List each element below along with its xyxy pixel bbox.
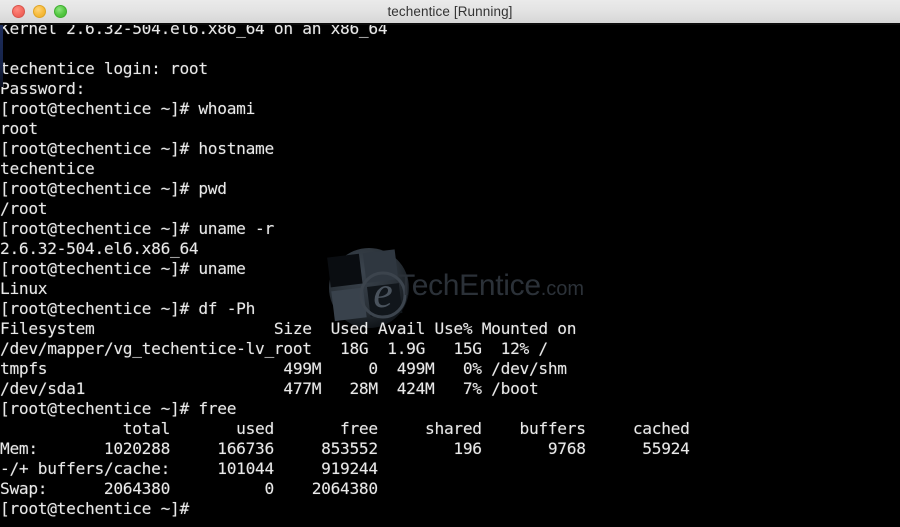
terminal-line: Mem: 1020288 166736 853552 196 9768 5592… [0,439,690,458]
terminal-line: [root@techentice ~]# free [0,399,237,418]
terminal-line: tmpfs 499M 0 499M 0% /dev/shm [0,359,567,378]
terminal-line: /dev/sda1 477M 28M 424M 7% /boot [0,379,539,398]
terminal-line: 2.6.32-504.el6.x86_64 [0,239,199,258]
terminal-line: [root@techentice ~]# uname -r [0,219,274,238]
terminal-line: [root@techentice ~]# df -Ph [0,299,256,318]
window-controls [12,0,67,23]
terminal-line: [root@techentice ~]# whoami [0,99,256,118]
terminal-line: techentice [0,159,95,178]
terminal-line: /root [0,199,48,218]
terminal-line: Swap: 2064380 0 2064380 [0,479,378,498]
terminal-line: Password: [0,79,86,98]
terminal-line: [root@techentice ~]# [0,499,189,518]
terminal-line: root [0,119,38,138]
terminal-line: [root@techentice ~]# uname [0,259,246,278]
window-title: techentice [Running] [387,4,513,19]
close-button[interactable] [12,5,25,18]
terminal-line: total used free shared buffers cached [0,419,690,438]
terminal-line: [root@techentice ~]# pwd [0,179,227,198]
terminal-line: [root@techentice ~]# hostname [0,139,274,158]
window-titlebar[interactable]: techentice [Running] [0,0,900,25]
terminal-line: Filesystem Size Used Avail Use% Mounted … [0,319,577,338]
terminal-console[interactable]: e TechEntice.com Kernel 2.6.32-504.el6.x… [0,25,900,525]
terminal-line: techentice login: root [0,59,208,78]
zoom-button[interactable] [54,5,67,18]
window-edge-accent [0,25,3,87]
terminal-line: /dev/mapper/vg_techentice-lv_root 18G 1.… [0,339,548,358]
terminal-line: -/+ buffers/cache: 101044 919244 [0,459,378,478]
terminal-line: Kernel 2.6.32-504.el6.x86_64 on an x86_6… [0,25,388,38]
terminal-line: Linux [0,279,48,298]
virtualbox-vm-window: techentice [Running] e TechEntice.com Ke… [0,0,900,527]
minimize-button[interactable] [33,5,46,18]
terminal-output: Kernel 2.6.32-504.el6.x86_64 on an x86_6… [0,25,690,519]
